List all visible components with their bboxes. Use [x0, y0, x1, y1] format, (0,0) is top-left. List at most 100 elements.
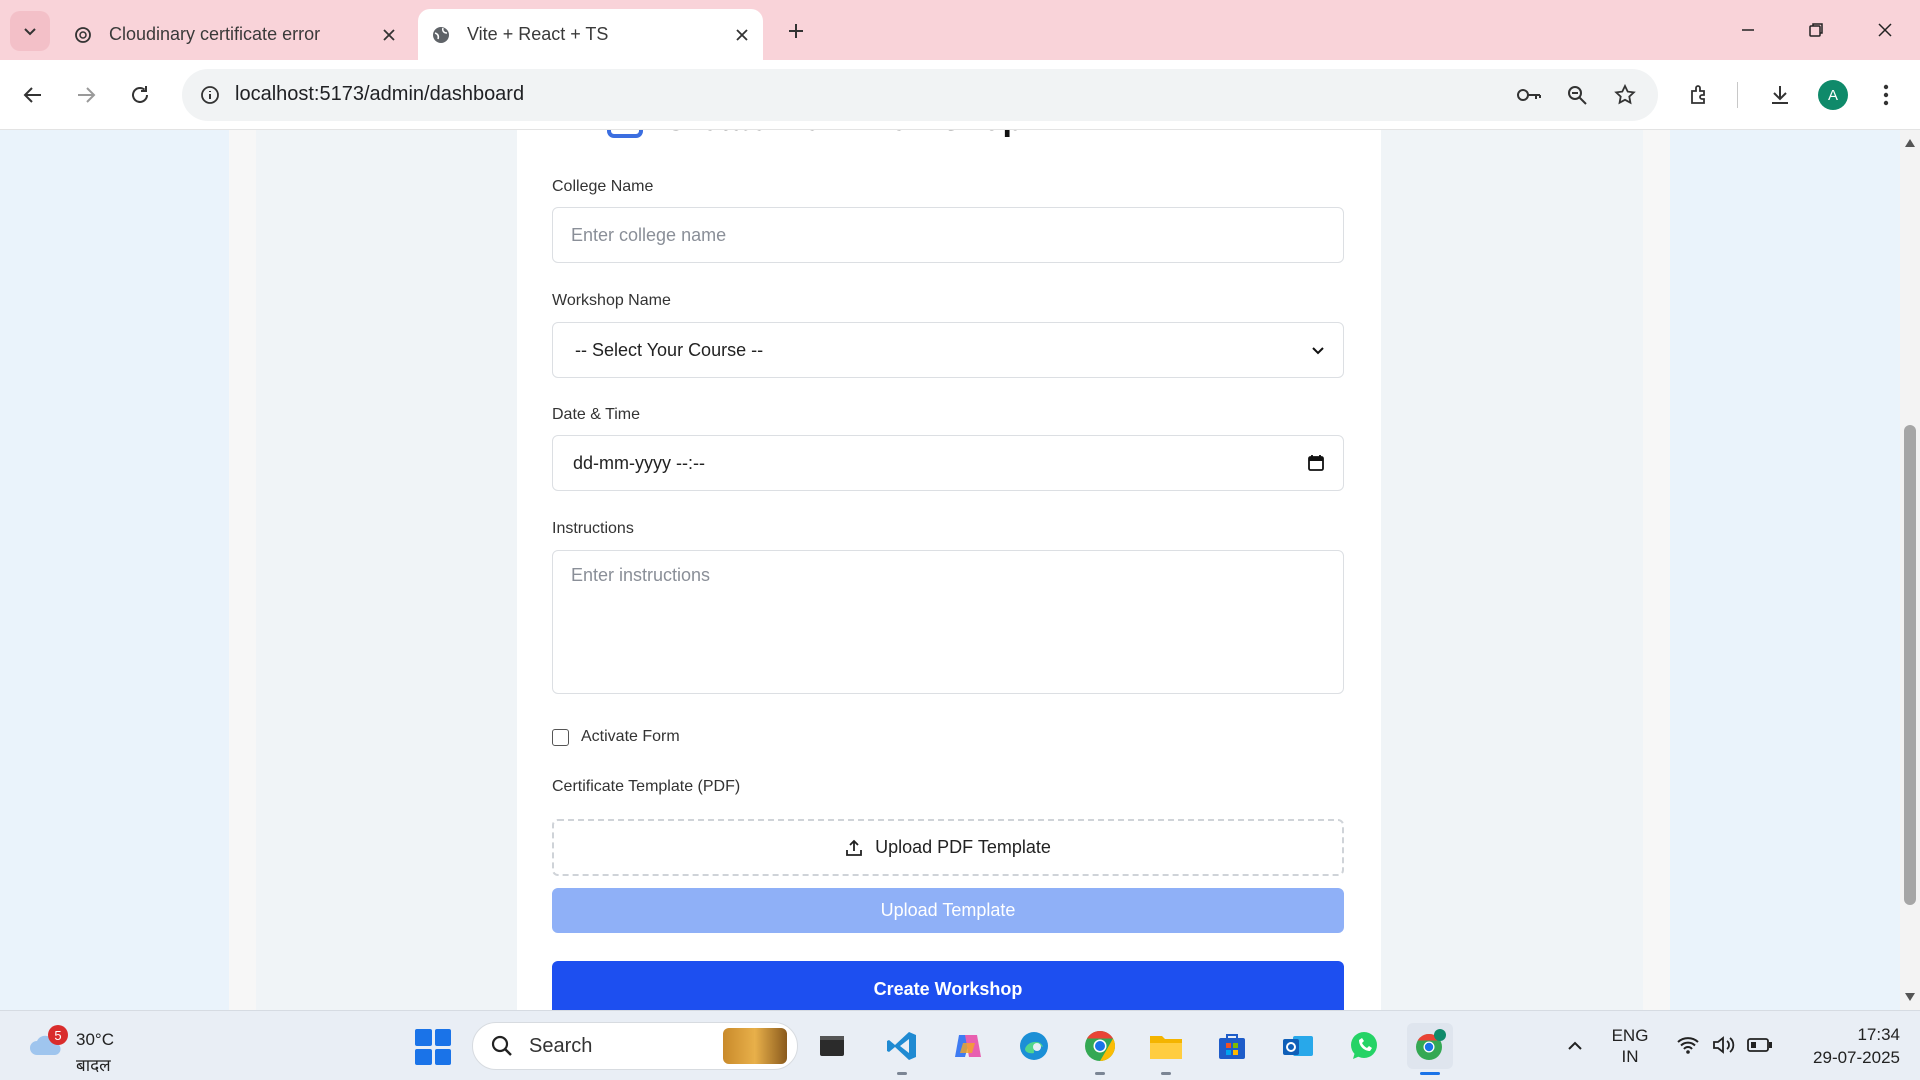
temperature-text: 30°C — [76, 1030, 114, 1049]
volume-icon[interactable] — [1710, 1031, 1738, 1059]
taskbar-app-whatsapp[interactable] — [1341, 1023, 1387, 1069]
scroll-thumb[interactable] — [1904, 425, 1916, 905]
address-bar[interactable]: localhost:5173/admin/dashboard — [182, 69, 1658, 121]
upload-template-button[interactable]: Upload Template — [552, 888, 1344, 933]
toolbar-divider — [1737, 82, 1738, 108]
show-hidden-icons-button[interactable] — [1560, 1031, 1590, 1061]
activate-form-row[interactable]: Activate Form — [552, 728, 680, 746]
edge-icon — [1020, 1032, 1048, 1060]
close-tab-icon[interactable] — [374, 20, 404, 50]
activate-form-checkbox[interactable] — [552, 728, 569, 746]
minimize-button[interactable] — [1725, 8, 1771, 52]
downloads-icon[interactable] — [1762, 77, 1798, 113]
whatsapp-icon — [1351, 1032, 1377, 1059]
page-title: Create New Workshop — [607, 130, 1023, 139]
terminal-icon — [820, 1036, 844, 1056]
activate-form-label: Activate Form — [581, 728, 680, 745]
chrome-icon — [1085, 1031, 1116, 1061]
battery-icon[interactable] — [1746, 1031, 1774, 1059]
reload-icon — [132, 86, 148, 103]
search-icon — [487, 1031, 517, 1061]
upload-pdf-label: Upload PDF Template — [875, 837, 1051, 857]
weather-condition-text: बादल — [76, 1056, 111, 1075]
close-window-button[interactable] — [1862, 8, 1908, 52]
tab-strip: Cloudinary certificate error Vite + Reac… — [0, 0, 1920, 60]
page-title-text: Create New Workshop — [663, 130, 1023, 139]
taskbar-app-file-explorer[interactable] — [1143, 1023, 1189, 1075]
scroll-up-icon[interactable] — [1904, 138, 1916, 148]
language-indicator[interactable]: ENG IN — [1610, 1025, 1650, 1067]
windows-logo-icon — [415, 1029, 432, 1046]
restore-button[interactable] — [1793, 8, 1839, 52]
chrome-profile-icon — [1416, 1029, 1446, 1060]
reload-button[interactable] — [122, 77, 158, 113]
create-workshop-card: Create New Workshop College Name Enter c… — [517, 130, 1381, 1010]
college-name-input[interactable]: Enter college name — [552, 207, 1344, 263]
bookmark-star-icon[interactable] — [1608, 78, 1642, 112]
college-name-label: College Name — [552, 178, 654, 195]
url-text[interactable]: localhost:5173/admin/dashboard — [235, 83, 524, 106]
taskbar-app-chrome-profile[interactable] — [1407, 1023, 1453, 1075]
windows-taskbar: 5 30°C बादल Search ENG IN 17:34 29-07-20… — [0, 1010, 1920, 1080]
tab-search-button[interactable] — [10, 11, 50, 51]
taskbar-app-copilot[interactable] — [945, 1023, 991, 1069]
instructions-textarea[interactable]: Enter instructions — [552, 550, 1344, 694]
tab-cloudinary[interactable]: Cloudinary certificate error — [60, 9, 410, 60]
close-icon — [1878, 23, 1892, 37]
openai-icon — [73, 25, 93, 45]
clock-date: 29-07-2025 — [1813, 1048, 1900, 1067]
system-clock[interactable]: 17:34 29-07-2025 — [1790, 1023, 1900, 1069]
tab-title: Cloudinary certificate error — [109, 24, 321, 44]
close-tab-icon[interactable] — [727, 20, 757, 50]
forward-button[interactable] — [68, 77, 104, 113]
taskbar-search[interactable]: Search — [472, 1022, 798, 1070]
plus-icon — [789, 24, 803, 38]
taskbar-app-terminal[interactable] — [809, 1023, 855, 1069]
datetime-label: Date & Time — [552, 406, 641, 423]
more-menu-icon[interactable] — [1868, 77, 1904, 113]
new-tab-button[interactable] — [780, 15, 812, 47]
workshop-name-label: Workshop Name — [552, 292, 671, 309]
tab-vite[interactable]: Vite + React + TS — [418, 9, 763, 60]
datetime-input[interactable]: dd-mm-yyyy --:-- — [552, 435, 1344, 491]
create-workshop-button[interactable]: Create Workshop — [552, 961, 1344, 1010]
browser-toolbar: localhost:5173/admin/dashboard A — [0, 60, 1920, 130]
instructions-label: Instructions — [552, 520, 634, 537]
upload-pdf-dropzone[interactable]: Upload PDF Template — [552, 819, 1344, 876]
search-label: Search — [529, 1034, 593, 1057]
workshop-name-select[interactable]: -- Select Your Course -- — [552, 322, 1344, 378]
taskbar-app-vscode[interactable] — [879, 1023, 925, 1075]
language-code: ENG — [1611, 1026, 1649, 1045]
restore-icon — [1809, 23, 1823, 37]
taskbar-app-edge[interactable] — [1011, 1023, 1057, 1069]
password-key-icon[interactable] — [1512, 78, 1546, 112]
vscode-icon — [887, 1032, 916, 1060]
calendar-icon[interactable] — [1307, 454, 1325, 472]
site-info-icon[interactable] — [192, 77, 228, 113]
scroll-down-icon[interactable] — [1904, 992, 1916, 1002]
weather-widget[interactable]: 5 30°C बादल — [24, 1021, 134, 1075]
store-icon — [1219, 1034, 1245, 1059]
upload-icon — [845, 839, 863, 857]
taskbar-app-outlook[interactable] — [1275, 1023, 1321, 1069]
weather-badge: 5 — [48, 1025, 68, 1045]
taskbar-app-store[interactable] — [1209, 1023, 1255, 1069]
back-button[interactable] — [15, 77, 51, 113]
zoom-icon[interactable] — [1560, 78, 1594, 112]
chevron-down-icon — [1312, 347, 1324, 355]
taskbar-app-chrome[interactable] — [1077, 1023, 1123, 1075]
page-scrollbar[interactable] — [1900, 130, 1920, 1010]
copilot-icon — [955, 1035, 981, 1057]
tab-title: Vite + React + TS — [467, 24, 609, 44]
wifi-icon[interactable] — [1674, 1031, 1702, 1059]
outlook-icon — [1283, 1036, 1313, 1056]
chevron-down-icon — [24, 28, 36, 36]
college-name-placeholder: Enter college name — [571, 224, 727, 245]
page-viewport: Create New Workshop College Name Enter c… — [0, 130, 1900, 1010]
extensions-icon[interactable] — [1682, 77, 1718, 113]
region-code: IN — [1621, 1047, 1639, 1066]
profile-avatar[interactable]: A — [1818, 80, 1848, 110]
datetime-value: dd-mm-yyyy --:-- — [573, 452, 705, 473]
clock-time: 17:34 — [1857, 1025, 1900, 1044]
start-button[interactable] — [415, 1029, 451, 1065]
